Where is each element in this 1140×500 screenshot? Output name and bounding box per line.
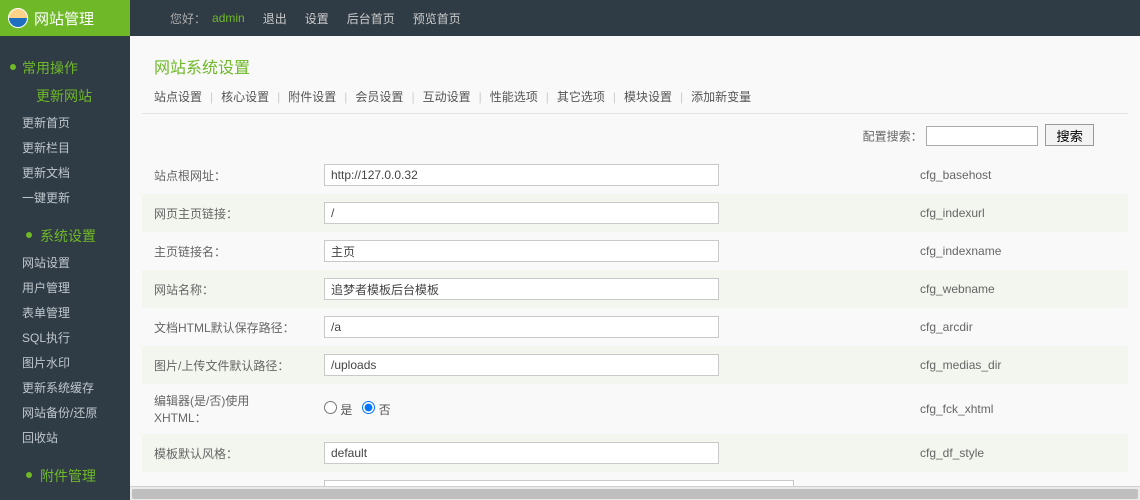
config-label: 网页主页链接： [142, 194, 312, 232]
hello-label: 您好： [170, 10, 206, 27]
config-search-row: 配置搜索： 搜索 [142, 124, 1128, 156]
page-title: 网站系统设置 [142, 54, 1128, 78]
sidebar-item[interactable]: 网站备份/还原 [0, 400, 130, 425]
main-content: 网站系统设置 站点设置|核心设置|附件设置|会员设置|互动设置|性能选项|其它选… [130, 36, 1140, 500]
sidebar-item[interactable]: 网站设置 [0, 250, 130, 275]
top-bar: 网站管理 您好： admin 退出 设置 后台首页 预览首页 [0, 0, 1140, 36]
sidebar-item[interactable]: 表单管理 [0, 300, 130, 325]
config-label: 主页链接名： [142, 232, 312, 270]
config-text-input[interactable] [324, 240, 719, 262]
tab-item[interactable]: 模块设置 [624, 90, 672, 104]
logo-text: 网站管理 [34, 8, 94, 29]
config-input-cell [312, 434, 908, 472]
table-row: 图片/上传文件默认路径： cfg_medias_dir [142, 346, 1128, 384]
sidebar-item[interactable]: 更新首页 [0, 110, 130, 135]
sidebar: 常用操作 更新网站 更新首页更新栏目更新文档一键更新 系统设置 网站设置用户管理… [0, 36, 130, 500]
config-varname: cfg_arcdir [908, 308, 1128, 346]
sidebar-item[interactable]: 更新系统缓存 [0, 375, 130, 400]
radio-option[interactable]: 是 [324, 403, 352, 417]
tab-item[interactable]: 其它选项 [557, 90, 605, 104]
config-input-cell [312, 156, 908, 194]
config-varname: cfg_basehost [908, 156, 1128, 194]
config-label: 图片/上传文件默认路径： [142, 346, 312, 384]
sidebar-group-system: 系统设置 [0, 222, 130, 250]
config-input-cell [312, 346, 908, 384]
sidebar-group-common: 常用操作 [0, 54, 130, 82]
config-input-cell [312, 194, 908, 232]
config-text-input[interactable] [324, 442, 719, 464]
user-icon [8, 8, 28, 28]
config-label: 网站名称： [142, 270, 312, 308]
sidebar-item[interactable]: 用户管理 [0, 275, 130, 300]
tab-item[interactable]: 性能选项 [490, 90, 538, 104]
dot-icon [10, 64, 16, 70]
sidebar-item[interactable]: 回收站 [0, 425, 130, 450]
config-varname: cfg_indexname [908, 232, 1128, 270]
hello-username: admin [212, 11, 245, 25]
config-varname: cfg_medias_dir [908, 346, 1128, 384]
sidebar-item[interactable]: 图片水印 [0, 350, 130, 375]
radio-input[interactable] [362, 401, 375, 414]
config-label: 站点根网址： [142, 156, 312, 194]
table-row: 文档HTML默认保存路径： cfg_arcdir [142, 308, 1128, 346]
tab-item[interactable]: 互动设置 [423, 90, 471, 104]
nav-preview-home[interactable]: 预览首页 [413, 10, 461, 27]
config-table: 站点根网址：cfg_basehost网页主页链接：cfg_indexurl主页链… [142, 156, 1128, 500]
config-varname: cfg_indexurl [908, 194, 1128, 232]
search-input[interactable] [926, 126, 1038, 146]
config-text-input[interactable] [324, 202, 719, 224]
config-varname: cfg_fck_xhtml [908, 384, 1128, 434]
config-text-input[interactable] [324, 164, 719, 186]
table-row: 站点根网址： cfg_basehost [142, 156, 1128, 194]
config-input-cell [312, 308, 908, 346]
tab-item[interactable]: 添加新变量 [691, 90, 751, 104]
config-varname: cfg_df_style [908, 434, 1128, 472]
sidebar-item[interactable]: 一键更新 [0, 185, 130, 210]
config-label: 编辑器(是/否)使用XHTML： [142, 384, 312, 434]
dot-icon [26, 472, 32, 478]
table-row: 网页主页链接： cfg_indexurl [142, 194, 1128, 232]
nav-backend-home[interactable]: 后台首页 [347, 10, 395, 27]
tab-item[interactable]: 会员设置 [355, 90, 403, 104]
tab-item[interactable]: 附件设置 [288, 90, 336, 104]
table-row: 网站名称： cfg_webname [142, 270, 1128, 308]
settings-tabs: 站点设置|核心设置|附件设置|会员设置|互动设置|性能选项|其它选项|模块设置|… [142, 88, 1128, 114]
horizontal-scrollbar[interactable] [130, 486, 1140, 500]
table-row: 模板默认风格： cfg_df_style [142, 434, 1128, 472]
config-input-cell: 是 否 [312, 384, 908, 434]
sidebar-sub-update-site[interactable]: 更新网站 [0, 82, 130, 110]
config-text-input[interactable] [324, 278, 719, 300]
nav-logout[interactable]: 退出 [263, 10, 287, 27]
tab-item[interactable]: 站点设置 [154, 90, 202, 104]
sidebar-item[interactable]: 更新文档 [0, 160, 130, 185]
sidebar-item[interactable]: 更新栏目 [0, 135, 130, 160]
search-label: 配置搜索： [863, 130, 923, 144]
logo: 网站管理 [0, 0, 130, 36]
search-button[interactable]: 搜索 [1045, 124, 1094, 146]
sidebar-item[interactable]: SQL执行 [0, 325, 130, 350]
config-input-cell [312, 270, 908, 308]
config-varname: cfg_webname [908, 270, 1128, 308]
nav-settings[interactable]: 设置 [305, 10, 329, 27]
top-nav: 您好： admin 退出 设置 后台首页 预览首页 [130, 10, 461, 27]
config-label: 文档HTML默认保存路径： [142, 308, 312, 346]
tab-item[interactable]: 核心设置 [221, 90, 269, 104]
dot-icon [26, 232, 32, 238]
config-label: 模板默认风格： [142, 434, 312, 472]
config-text-input[interactable] [324, 316, 719, 338]
config-input-cell [312, 232, 908, 270]
radio-option[interactable]: 否 [362, 403, 390, 417]
table-row: 主页链接名： cfg_indexname [142, 232, 1128, 270]
table-row: 编辑器(是/否)使用XHTML： 是 否cfg_fck_xhtml [142, 384, 1128, 434]
sidebar-group-attach: 附件管理 [0, 462, 130, 490]
config-text-input[interactable] [324, 354, 719, 376]
radio-input[interactable] [324, 401, 337, 414]
